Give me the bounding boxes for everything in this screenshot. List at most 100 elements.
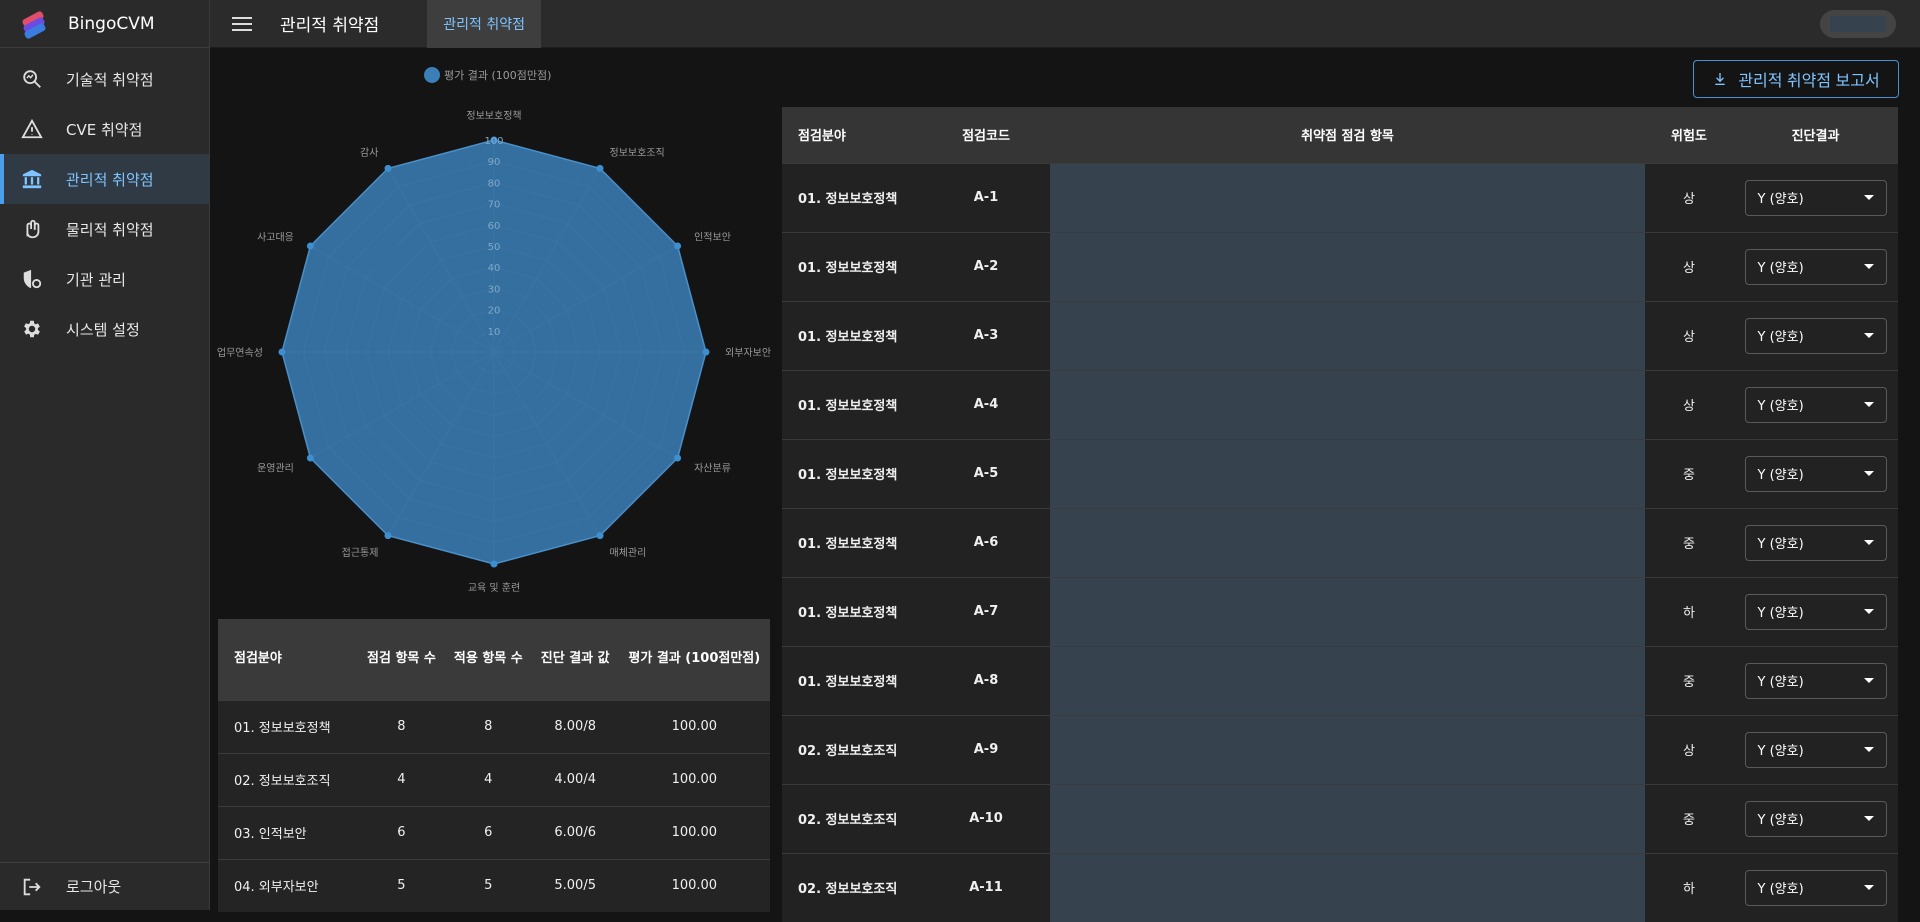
data-point <box>490 560 498 568</box>
data-point <box>384 532 392 540</box>
result-select-value: Y (양호) <box>1757 882 1804 898</box>
legend-label: 평가 결과 (100점만점) <box>444 69 551 82</box>
table-row: 01. 정보보호정책 A-7 하 Y (양호) <box>782 576 1898 646</box>
axis-label: 감사 <box>360 147 378 159</box>
sidebar-item-label: 시스템 설정 <box>66 320 140 339</box>
table-row: 01. 정보보호정책 A-5 중 Y (양호) <box>782 438 1898 508</box>
category-cell: 01. 정보보호정책 <box>782 162 922 232</box>
result-select[interactable]: Y (양호) <box>1744 800 1887 837</box>
result-select[interactable]: Y (양호) <box>1744 869 1887 906</box>
summary-row: 02. 정보보호조직 4 4 4.00/4 100.00 <box>218 752 770 806</box>
page-title: 관리적 취약점 <box>280 16 380 36</box>
summary-row: 03. 인적보안 6 6 6.00/6 100.00 <box>218 805 770 859</box>
code-cell: A-2 <box>922 231 1050 301</box>
table-row: 01. 정보보호정책 A-1 상 Y (양호) <box>782 162 1898 232</box>
result-cell: Y (양호) <box>1733 231 1898 301</box>
data-point <box>596 164 604 172</box>
result-select[interactable]: Y (양호) <box>1744 593 1887 630</box>
result-select-value: Y (양호) <box>1757 675 1804 690</box>
risk-cell: 중 <box>1645 438 1733 508</box>
column-header: 위험도 <box>1645 107 1733 163</box>
brand[interactable]: BingoCVM <box>0 0 209 48</box>
chevron-down-icon <box>1863 609 1874 614</box>
radar-chart: 평가 결과 (100점만점) 10 20 30 40 50 60 70 80 90 100 정보보호정… <box>210 56 780 596</box>
column-header: 취약점 점검 항목 <box>1050 107 1645 163</box>
logout-button[interactable]: 로그아웃 <box>0 862 210 910</box>
result-select[interactable]: Y (양호) <box>1744 524 1887 561</box>
logout-icon <box>20 875 44 899</box>
result-select[interactable]: Y (양호) <box>1744 179 1887 216</box>
summary-cell: 100.00 <box>618 752 770 806</box>
chevron-down-icon <box>1863 747 1874 752</box>
category-cell: 01. 정보보호정책 <box>782 576 922 646</box>
result-select-value: Y (양호) <box>1757 261 1804 276</box>
axis-label: 접근통제 <box>342 547 379 559</box>
sidebar-nav: 기술적 취약점 CVE 취약점 관리적 취약점 물리적 취약점 기관 관리 시스… <box>0 48 209 354</box>
download-icon <box>1712 71 1728 87</box>
data-point <box>384 164 392 172</box>
result-select[interactable]: Y (양호) <box>1744 386 1887 423</box>
summary-cell: 6 <box>358 805 445 859</box>
column-header: 진단결과 <box>1733 107 1898 163</box>
summary-cell: 8 <box>358 699 445 753</box>
user-menu[interactable] <box>1820 10 1896 38</box>
result-select-value: Y (양호) <box>1757 606 1804 621</box>
summary-row: 04. 외부자보안 5 5 5.00/5 100.00 <box>218 858 770 912</box>
table-row: 02. 정보보호조직 A-9 상 Y (양호) <box>782 714 1898 784</box>
sidebar-item-label: 물리적 취약점 <box>66 220 154 239</box>
code-cell: A-5 <box>922 438 1050 508</box>
table-row: 01. 정보보호정책 A-3 상 Y (양호) <box>782 300 1898 370</box>
top-bar: 관리적 취약점 관리적 취약점 <box>210 0 1920 48</box>
summary-header-row: 점검분야 점검 항목 수 적용 항목 수 진단 결과 값 평가 결과 (100점… <box>218 619 770 700</box>
summary-cell: 4.00/4 <box>531 752 619 806</box>
download-report-button[interactable]: 관리적 취약점 보고서 <box>1693 60 1899 98</box>
table-row: 01. 정보보호정책 A-4 상 Y (양호) <box>782 369 1898 439</box>
summary-cell: 5 <box>444 858 532 912</box>
radar-chart-svg: 평가 결과 (100점만점) 10 20 30 40 50 60 70 80 90 100 정보보호정… <box>217 67 771 594</box>
check-item-cell <box>1050 300 1645 370</box>
sidebar-item-settings[interactable]: 시스템 설정 <box>0 304 209 354</box>
result-select[interactable]: Y (양호) <box>1744 248 1887 285</box>
axis-label: 인적보안 <box>694 231 731 243</box>
category-cell: 02. 정보보호조직 <box>782 783 922 853</box>
risk-cell: 상 <box>1645 300 1733 370</box>
sidebar-item-technical[interactable]: 기술적 취약점 <box>0 54 209 104</box>
vulnerability-table: 점검분야 점검코드 취약점 점검 항목 위험도 진단결과 01. 정보보호정책 A… <box>782 107 1898 922</box>
code-cell: A-4 <box>922 369 1050 439</box>
hand-icon <box>20 217 44 241</box>
bank-icon <box>20 167 44 191</box>
code-cell: A-9 <box>922 714 1050 784</box>
result-cell: Y (양호) <box>1733 369 1898 439</box>
summary-header: 진단 결과 값 <box>531 619 619 700</box>
sidebar-item-organization[interactable]: 기관 관리 <box>0 254 209 304</box>
tick-label: 30 <box>488 284 501 295</box>
table-row: 01. 정보보호정책 A-2 상 Y (양호) <box>782 231 1898 301</box>
sidebar-item-cve[interactable]: CVE 취약점 <box>0 104 209 154</box>
result-cell: Y (양호) <box>1733 162 1898 232</box>
category-cell: 01. 정보보호정책 <box>782 438 922 508</box>
data-point <box>674 454 682 462</box>
risk-cell: 상 <box>1645 162 1733 232</box>
menu-icon[interactable] <box>232 13 252 35</box>
report-button-label: 관리적 취약점 보고서 <box>1738 73 1880 90</box>
result-select[interactable]: Y (양호) <box>1744 662 1887 699</box>
result-select[interactable]: Y (양호) <box>1744 455 1887 492</box>
sidebar-item-physical[interactable]: 물리적 취약점 <box>0 204 209 254</box>
code-cell: A-8 <box>922 645 1050 715</box>
tab-administrative[interactable]: 관리적 취약점 <box>427 0 541 48</box>
result-select[interactable]: Y (양호) <box>1744 731 1887 768</box>
tick-label: 10 <box>488 327 501 338</box>
sidebar-item-label: 기관 관리 <box>66 270 126 289</box>
summary-header: 평가 결과 (100점만점) <box>618 619 770 700</box>
summary-header: 점검 항목 수 <box>358 619 445 700</box>
result-select-value: Y (양호) <box>1757 813 1804 828</box>
risk-cell: 상 <box>1645 369 1733 439</box>
axis-label: 매체관리 <box>610 547 647 559</box>
sidebar-item-administrative[interactable]: 관리적 취약점 <box>0 154 209 204</box>
chevron-down-icon <box>1863 540 1874 545</box>
tick-label: 100 <box>484 136 503 147</box>
check-item-cell <box>1050 852 1645 922</box>
sidebar: BingoCVM 기술적 취약점 CVE 취약점 관리적 취약점 물리적 취약점 <box>0 0 210 910</box>
check-item-cell <box>1050 576 1645 646</box>
result-select[interactable]: Y (양호) <box>1744 317 1887 354</box>
